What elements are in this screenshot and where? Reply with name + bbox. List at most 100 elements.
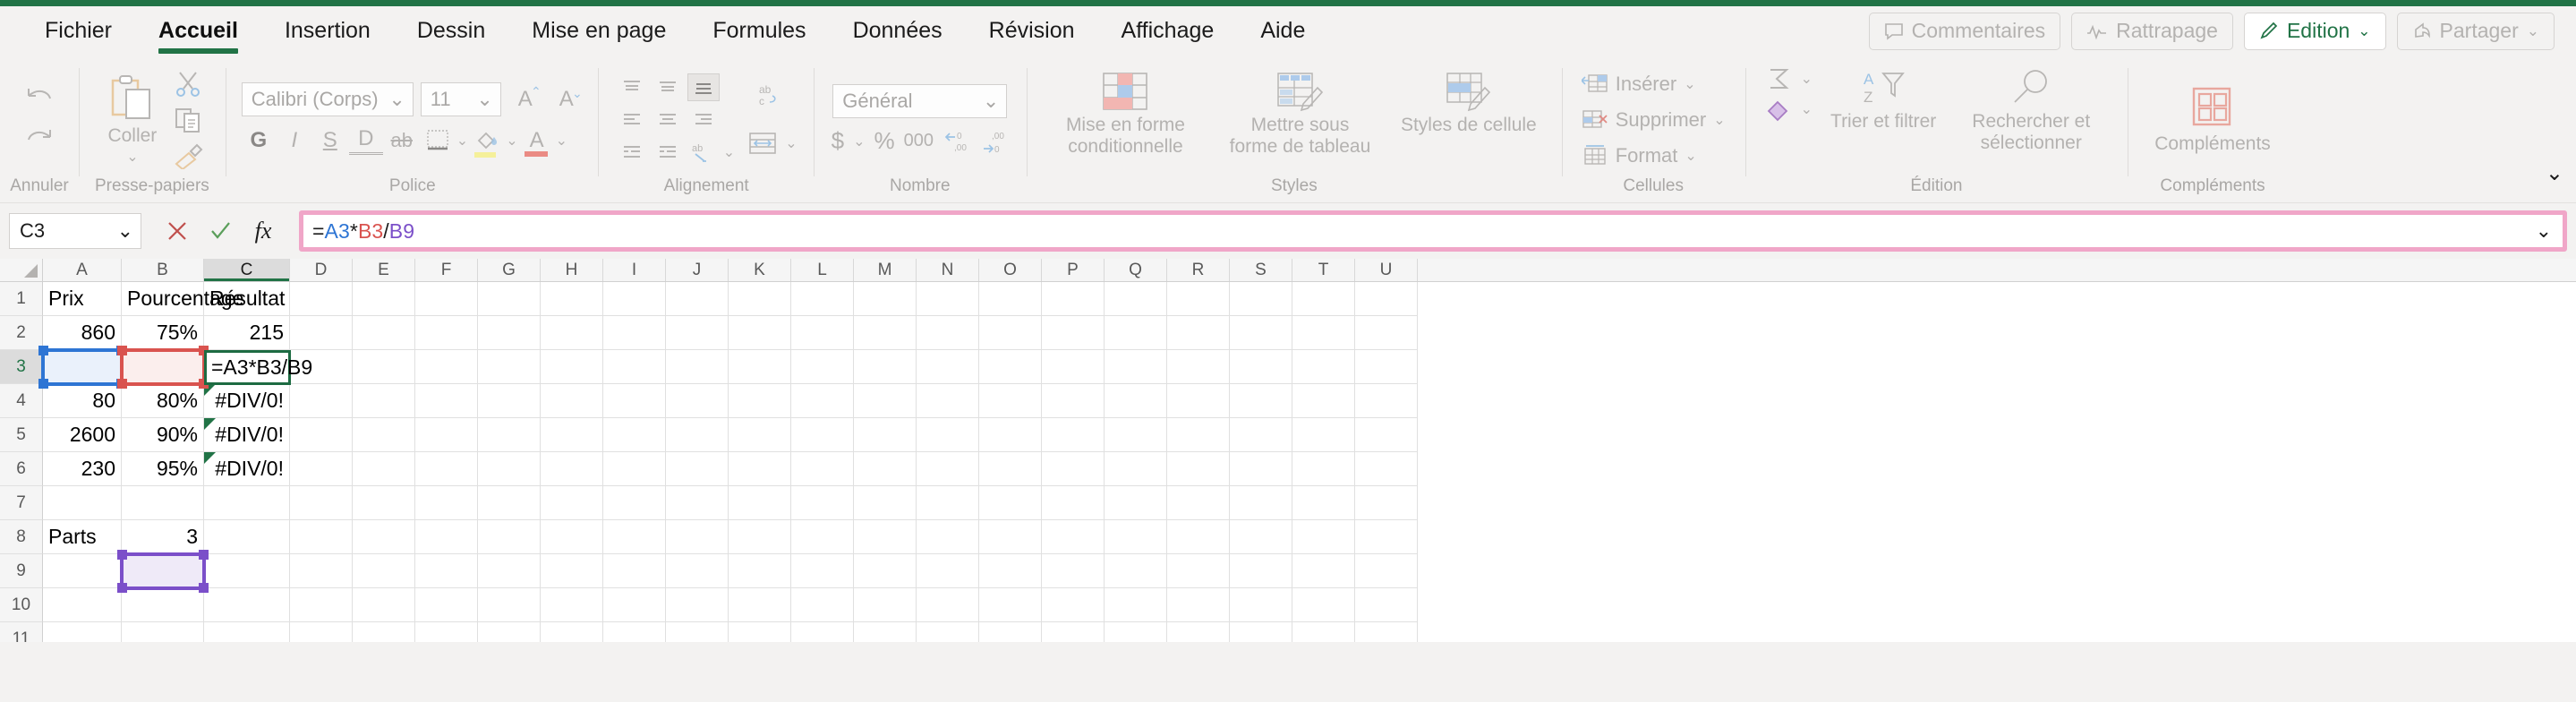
cell-F8[interactable] [415,520,478,554]
cell-N8[interactable] [917,520,979,554]
cell-G8[interactable] [478,520,541,554]
cell-E2[interactable] [353,316,415,350]
cell-A11[interactable] [43,622,122,642]
cell-R1[interactable] [1167,282,1230,316]
cell-J6[interactable] [666,452,729,486]
cell-O6[interactable] [979,452,1042,486]
cell-L2[interactable] [791,316,854,350]
column-header-G[interactable]: G [478,259,541,281]
increase-font-size-button[interactable]: A ⌃ [508,82,542,116]
cell-I9[interactable] [603,554,666,588]
cell-T7[interactable] [1292,486,1355,520]
cell-A4[interactable]: 80 [43,384,122,418]
cell-S9[interactable] [1230,554,1292,588]
cell-F10[interactable] [415,588,478,622]
cell-G1[interactable] [478,282,541,316]
cell-E4[interactable] [353,384,415,418]
increase-indent-button[interactable] [652,138,684,166]
cell-B5[interactable]: 90% [122,418,204,452]
ribbon-tab-fichier[interactable]: Fichier [21,6,135,56]
undo-icon[interactable] [21,85,57,114]
column-header-M[interactable]: M [854,259,917,281]
cell-L8[interactable] [791,520,854,554]
cell-Q1[interactable] [1105,282,1167,316]
cell-R10[interactable] [1167,588,1230,622]
cell-T4[interactable] [1292,384,1355,418]
cell-H5[interactable] [541,418,603,452]
conditional-formatting-button[interactable]: Mise en forme conditionnelle [1046,68,1205,158]
cell-G11[interactable] [478,622,541,642]
column-header-N[interactable]: N [917,259,979,281]
cell-D1[interactable] [290,282,353,316]
cell-S8[interactable] [1230,520,1292,554]
cell-J5[interactable] [666,418,729,452]
cell-G2[interactable] [478,316,541,350]
name-box[interactable]: C3 ⌄ [9,213,141,249]
cell-L5[interactable] [791,418,854,452]
cell-N3[interactable] [917,350,979,384]
cell-styles-button[interactable]: Styles de cellule [1395,68,1542,138]
chevron-down-icon[interactable]: ⌄ [1801,100,1813,118]
row-header-4[interactable]: 4 [0,384,43,418]
merge-cells-icon[interactable] [747,130,778,157]
cell-E3[interactable] [353,350,415,384]
cell-D2[interactable] [290,316,353,350]
cell-F6[interactable] [415,452,478,486]
cell-C1[interactable]: Résultat [204,282,290,316]
cell-U6[interactable] [1355,452,1418,486]
delete-button[interactable]: Supprimer ⌄ [1582,103,1726,137]
cell-G10[interactable] [478,588,541,622]
align-bottom-button[interactable] [687,73,720,101]
cell-M7[interactable] [854,486,917,520]
cell-Q5[interactable] [1105,418,1167,452]
cell-K6[interactable] [729,452,791,486]
cell-O3[interactable] [979,350,1042,384]
column-header-S[interactable]: S [1230,259,1292,281]
cell-G6[interactable] [478,452,541,486]
cell-P5[interactable] [1042,418,1105,452]
ribbon-tab-aide[interactable]: Aide [1237,6,1328,56]
active-cell-editor[interactable]: =A3*B3/B9 [204,350,312,385]
column-header-I[interactable]: I [603,259,666,281]
column-header-D[interactable]: D [290,259,353,281]
ribbon-tab-r-vision[interactable]: Révision [966,6,1098,56]
clear-eraser-icon[interactable] [1765,97,1796,122]
collapse-ribbon-button[interactable]: ⌄ [2546,160,2563,186]
cell-L10[interactable] [791,588,854,622]
cell-M8[interactable] [854,520,917,554]
cell-T10[interactable] [1292,588,1355,622]
cell-M2[interactable] [854,316,917,350]
cell-Q9[interactable] [1105,554,1167,588]
column-header-T[interactable]: T [1292,259,1355,281]
cell-L9[interactable] [791,554,854,588]
cell-R2[interactable] [1167,316,1230,350]
cell-U10[interactable] [1355,588,1418,622]
chevron-down-icon[interactable]: ⌄ [785,134,797,152]
cell-I7[interactable] [603,486,666,520]
cell-U11[interactable] [1355,622,1418,642]
cell-I11[interactable] [603,622,666,642]
cell-U3[interactable] [1355,350,1418,384]
cell-B8[interactable]: 3 [122,520,204,554]
align-top-button[interactable] [616,73,648,101]
column-header-L[interactable]: L [791,259,854,281]
cell-P4[interactable] [1042,384,1105,418]
cell-N2[interactable] [917,316,979,350]
cell-U2[interactable] [1355,316,1418,350]
cell-H1[interactable] [541,282,603,316]
cell-Q4[interactable] [1105,384,1167,418]
cell-U5[interactable] [1355,418,1418,452]
column-header-E[interactable]: E [353,259,415,281]
paste-button[interactable]: Coller ⌄ [101,72,164,168]
cell-B6[interactable]: 95% [122,452,204,486]
cell-S6[interactable] [1230,452,1292,486]
share-button[interactable]: Partager ⌄ [2396,12,2555,50]
column-header-H[interactable]: H [541,259,603,281]
cell-H2[interactable] [541,316,603,350]
column-header-B[interactable]: B [122,259,204,281]
cell-B3[interactable]: 75% [122,350,204,384]
align-right-button[interactable] [687,106,720,133]
cell-B1[interactable]: Pourcentage [122,282,243,316]
align-middle-button[interactable] [652,73,684,101]
sort-filter-button[interactable]: A Z Trier et filtrer [1825,66,1941,134]
